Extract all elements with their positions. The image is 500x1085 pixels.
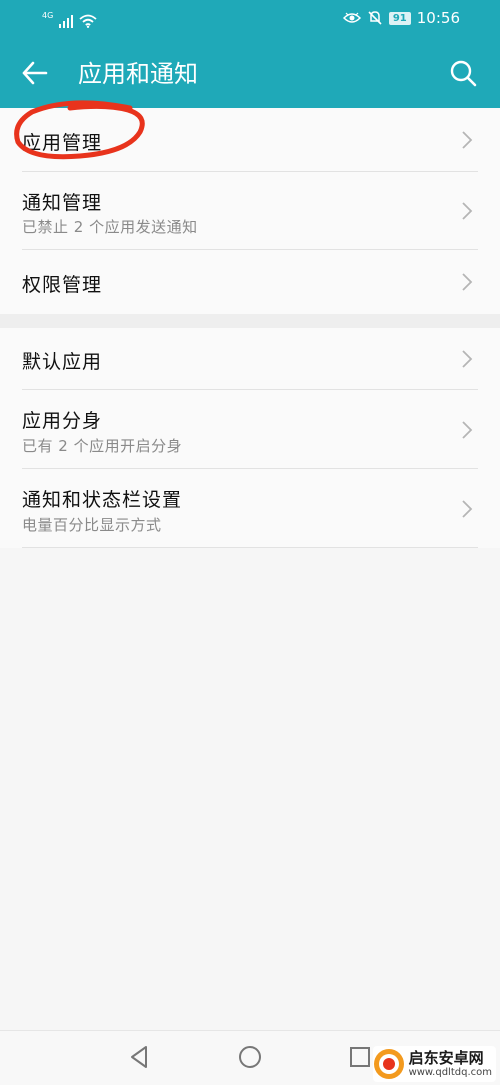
arrow-left-icon <box>22 61 48 85</box>
status-time: 10:56 <box>416 9 460 27</box>
signal-strength-icon <box>59 14 74 28</box>
list-item-default-apps[interactable]: 默认应用 <box>0 328 500 390</box>
section-gap <box>0 314 500 328</box>
square-recents-icon <box>350 1047 370 1067</box>
list-item-title: 权限管理 <box>22 274 103 296</box>
status-left: 4G <box>42 10 97 28</box>
status-right: 91 10:56 <box>342 9 460 27</box>
list-item-permission-management[interactable]: 权限管理 <box>0 250 500 314</box>
chevron-right-icon <box>462 421 473 439</box>
divider <box>22 547 478 548</box>
nav-recents-button[interactable] <box>346 1043 374 1071</box>
settings-group-1: 应用管理 通知管理 已禁止 2 个应用发送通知 权限管理 <box>0 108 500 314</box>
list-item-notification-status-bar[interactable]: 通知和状态栏设置 电量百分比显示方式 <box>0 469 500 548</box>
battery-indicator: 91 <box>388 11 411 25</box>
watermark-url: www.qdltdq.com <box>408 1066 492 1078</box>
back-button[interactable] <box>20 58 56 88</box>
app-bar: 应用和通知 <box>0 38 500 108</box>
list-item-notification-management[interactable]: 通知管理 已禁止 2 个应用发送通知 <box>0 172 500 250</box>
settings-group-2: 默认应用 应用分身 已有 2 个应用开启分身 通知和状态栏设置 电量百分比显示方… <box>0 328 500 548</box>
mute-icon <box>368 11 382 25</box>
wifi-icon <box>79 14 97 28</box>
watermark: 启东安卓网 www.qdltdq.com <box>372 1046 496 1082</box>
status-bar: 4G 91 10:56 <box>0 0 500 38</box>
network-type-label: 4G <box>42 11 54 20</box>
chevron-right-icon <box>462 273 473 291</box>
list-item-subtitle: 已禁止 2 个应用发送通知 <box>22 218 198 236</box>
list-item-app-management[interactable]: 应用管理 <box>0 108 500 172</box>
triangle-back-icon <box>131 1046 147 1068</box>
list-item-title: 通知和状态栏设置 <box>22 489 183 511</box>
list-item-title: 应用分身 <box>22 410 103 432</box>
chevron-right-icon <box>462 202 473 220</box>
search-button[interactable] <box>448 58 478 88</box>
list-item-subtitle: 已有 2 个应用开启分身 <box>22 437 183 455</box>
eye-comfort-icon <box>342 12 361 23</box>
watermark-name: 启东安卓网 <box>408 1048 484 1067</box>
watermark-text: 启东安卓网 www.qdltdq.com <box>408 1048 492 1078</box>
search-icon <box>450 60 477 87</box>
chevron-right-icon <box>462 131 473 149</box>
watermark-logo-icon <box>373 1049 404 1079</box>
list-item-title: 应用管理 <box>22 132 103 154</box>
nav-back-button[interactable] <box>126 1043 154 1071</box>
list-item-subtitle: 电量百分比显示方式 <box>22 516 162 534</box>
list-item-title: 默认应用 <box>22 351 103 373</box>
nav-home-button[interactable] <box>236 1043 264 1071</box>
circle-home-icon <box>239 1046 261 1068</box>
list-item-title: 通知管理 <box>22 192 103 214</box>
chevron-right-icon <box>462 350 473 368</box>
page-title: 应用和通知 <box>78 60 198 88</box>
list-item-app-twin[interactable]: 应用分身 已有 2 个应用开启分身 <box>0 390 500 469</box>
chevron-right-icon <box>462 500 473 518</box>
